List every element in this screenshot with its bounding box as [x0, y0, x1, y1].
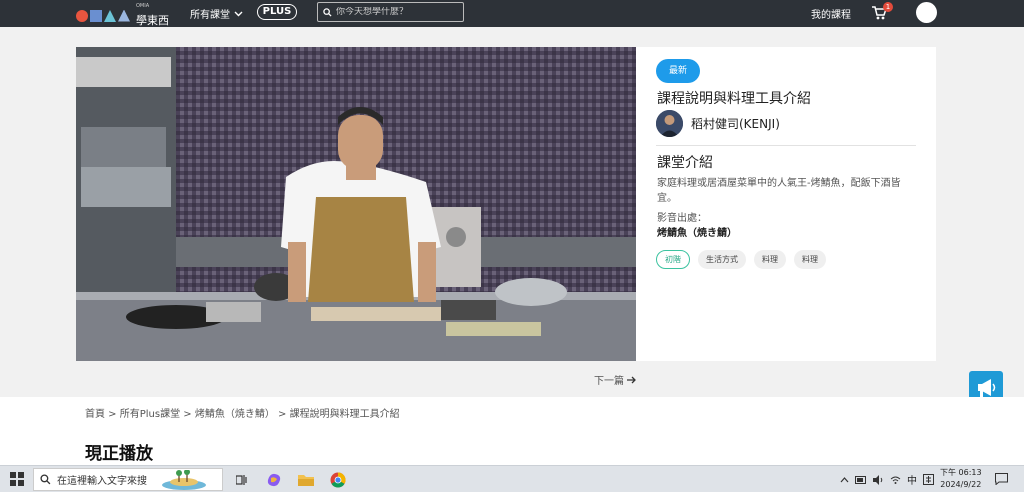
source-label: 影音出處：: [657, 213, 707, 224]
ime-indicator[interactable]: 中: [907, 472, 917, 487]
system-clock[interactable]: 下午 06:13 2024/9/22: [940, 467, 982, 491]
copilot-icon[interactable]: [264, 470, 284, 489]
speaker-icon[interactable]: [873, 474, 884, 485]
windows-taskbar: 在這裡輸入文字來搜 中 下午 06:13 2024/9/22: [0, 465, 1024, 492]
chevron-down-icon: [234, 11, 243, 16]
next-label: 下一篇: [594, 376, 624, 387]
chrome-icon[interactable]: [328, 470, 348, 489]
input-method-icon[interactable]: [923, 474, 934, 485]
windows-start-icon[interactable]: [10, 472, 24, 486]
arrow-right-icon: [627, 376, 636, 383]
file-explorer-icon[interactable]: [296, 470, 316, 489]
logo-text: 學東西: [136, 14, 169, 27]
search-input[interactable]: [336, 7, 456, 17]
intro-text: 家庭料理或居酒屋菜單中的人氣王-烤鯖魚，配飯下酒皆宜。: [657, 178, 901, 204]
taskbar-search-placeholder: 在這裡輸入文字來搜: [57, 476, 147, 487]
search-icon: [40, 474, 51, 485]
tag-cooking-2[interactable]: 料理: [794, 250, 826, 269]
search-box[interactable]: [317, 2, 464, 22]
taskbar-apps: [232, 470, 348, 489]
source-value: 烤鯖魚（焼き鯖）: [657, 228, 737, 239]
user-avatar[interactable]: [916, 2, 937, 23]
search-icon: [323, 7, 332, 17]
all-courses-label: 所有課堂: [190, 10, 230, 21]
clock-time: 下午 06:13: [940, 468, 982, 477]
omia-logo-mark: [76, 9, 130, 22]
tag-cooking[interactable]: 料理: [754, 250, 786, 269]
my-courses-link[interactable]: 我的課程: [811, 6, 851, 21]
lower-content: 首頁 > 所有Plus課堂 > 烤鯖魚（焼き鯖） > 課程說明與料理工具介紹 現…: [0, 397, 1024, 465]
taskbar-search[interactable]: 在這裡輸入文字來搜: [33, 468, 223, 491]
island-illustration-icon: [162, 469, 206, 490]
video-player[interactable]: [76, 47, 636, 361]
intro-heading: 課堂介紹: [657, 155, 713, 171]
battery-icon[interactable]: [855, 475, 867, 484]
chevron-up-icon[interactable]: [840, 476, 849, 483]
next-lesson-link[interactable]: 下一篇: [594, 372, 637, 387]
course-info-panel: 最新 課程說明與料理工具介紹 稻村健司(KENJI) 課堂介紹 家庭料理或居酒屋…: [636, 47, 936, 361]
teacher-row[interactable]: 稻村健司(KENJI): [656, 110, 780, 137]
divider: [656, 145, 916, 146]
top-navigation-bar: OMIA 學東西 所有課堂 PLUS 我的課程 1: [0, 0, 1024, 27]
notification-icon[interactable]: [995, 473, 1008, 485]
video-frame-kitchen: [76, 47, 636, 361]
plus-button[interactable]: PLUS: [257, 4, 297, 20]
teacher-name: 稻村健司(KENJI): [691, 117, 780, 131]
cart-count-badge: 1: [883, 2, 893, 12]
all-courses-menu[interactable]: 所有課堂: [190, 6, 243, 21]
system-tray: 中: [840, 472, 934, 487]
site-logo[interactable]: OMIA 學東西: [76, 3, 169, 28]
breadcrumb[interactable]: 首頁 > 所有Plus課堂 > 烤鯖魚（焼き鯖） > 課程說明與料理工具介紹: [85, 405, 400, 420]
teacher-avatar: [656, 110, 683, 137]
task-view-icon[interactable]: [232, 470, 252, 489]
new-badge: 最新: [656, 59, 700, 83]
tag-list: 初階 生活方式 料理 料理: [656, 250, 826, 269]
tag-level[interactable]: 初階: [656, 250, 690, 269]
logo-small-text: OMIA: [136, 3, 150, 9]
clock-date: 2024/9/22: [940, 480, 982, 489]
tag-lifestyle[interactable]: 生活方式: [698, 250, 746, 269]
now-playing-heading: 現正播放: [85, 444, 153, 464]
wifi-icon[interactable]: [890, 475, 901, 484]
course-title: 課程說明與料理工具介紹: [657, 91, 811, 107]
